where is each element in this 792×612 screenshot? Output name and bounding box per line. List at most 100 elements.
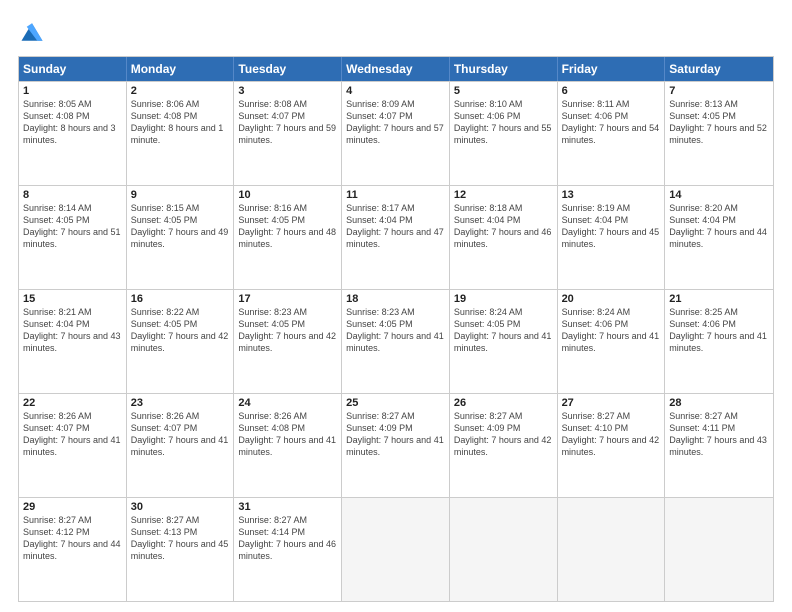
cell-detail: Sunrise: 8:20 AMSunset: 4:04 PMDaylight:…: [669, 203, 767, 249]
day-number: 11: [346, 189, 445, 201]
day-number: 20: [562, 293, 661, 305]
day-number: 25: [346, 397, 445, 409]
cell-detail: Sunrise: 8:17 AMSunset: 4:04 PMDaylight:…: [346, 203, 444, 249]
cell-detail: Sunrise: 8:13 AMSunset: 4:05 PMDaylight:…: [669, 99, 767, 145]
cell-detail: Sunrise: 8:15 AMSunset: 4:05 PMDaylight:…: [131, 203, 229, 249]
header-day-tuesday: Tuesday: [234, 57, 342, 81]
day-number: 5: [454, 85, 553, 97]
cell-detail: Sunrise: 8:06 AMSunset: 4:08 PMDaylight:…: [131, 99, 224, 145]
day-number: 27: [562, 397, 661, 409]
day-number: 3: [238, 85, 337, 97]
day-number: 30: [131, 501, 230, 513]
day-number: 10: [238, 189, 337, 201]
day-number: 15: [23, 293, 122, 305]
calendar: SundayMondayTuesdayWednesdayThursdayFrid…: [18, 56, 774, 602]
cell-detail: Sunrise: 8:16 AMSunset: 4:05 PMDaylight:…: [238, 203, 336, 249]
day-number: 29: [23, 501, 122, 513]
day-cell-11: 11 Sunrise: 8:17 AMSunset: 4:04 PMDayligh…: [342, 186, 450, 289]
cell-detail: Sunrise: 8:22 AMSunset: 4:05 PMDaylight:…: [131, 307, 229, 353]
cell-detail: Sunrise: 8:23 AMSunset: 4:05 PMDaylight:…: [346, 307, 444, 353]
cell-detail: Sunrise: 8:27 AMSunset: 4:12 PMDaylight:…: [23, 515, 121, 561]
empty-cell: [342, 498, 450, 601]
day-cell-7: 7 Sunrise: 8:13 AMSunset: 4:05 PMDaylight…: [665, 82, 773, 185]
cell-detail: Sunrise: 8:27 AMSunset: 4:09 PMDaylight:…: [346, 411, 444, 457]
day-cell-20: 20 Sunrise: 8:24 AMSunset: 4:06 PMDayligh…: [558, 290, 666, 393]
cell-detail: Sunrise: 8:10 AMSunset: 4:06 PMDaylight:…: [454, 99, 552, 145]
cell-detail: Sunrise: 8:19 AMSunset: 4:04 PMDaylight:…: [562, 203, 660, 249]
day-cell-21: 21Sunrise: 8:25 AMSunset: 4:06 PMDayligh…: [665, 290, 773, 393]
week-row-5: 29 Sunrise: 8:27 AMSunset: 4:12 PMDayligh…: [19, 497, 773, 601]
day-cell-23: 23 Sunrise: 8:26 AMSunset: 4:07 PMDayligh…: [127, 394, 235, 497]
day-number: 23: [131, 397, 230, 409]
empty-cell: [450, 498, 558, 601]
day-cell-17: 17Sunrise: 8:23 AMSunset: 4:05 PMDayligh…: [234, 290, 342, 393]
day-number: 26: [454, 397, 553, 409]
header-day-friday: Friday: [558, 57, 666, 81]
week-row-1: 1 Sunrise: 8:05 AMSunset: 4:08 PMDaylight…: [19, 81, 773, 185]
cell-detail: Sunrise: 8:26 AMSunset: 4:07 PMDaylight:…: [131, 411, 229, 457]
day-number: 2: [131, 85, 230, 97]
day-cell-24: 24Sunrise: 8:26 AMSunset: 4:08 PMDayligh…: [234, 394, 342, 497]
day-cell-3: 3Sunrise: 8:08 AMSunset: 4:07 PMDaylight…: [234, 82, 342, 185]
day-cell-8: 8 Sunrise: 8:14 AMSunset: 4:05 PMDaylight…: [19, 186, 127, 289]
day-number: 18: [346, 293, 445, 305]
logo: [18, 18, 50, 46]
day-number: 12: [454, 189, 553, 201]
day-number: 19: [454, 293, 553, 305]
header-day-sunday: Sunday: [19, 57, 127, 81]
day-cell-15: 15 Sunrise: 8:21 AMSunset: 4:04 PMDayligh…: [19, 290, 127, 393]
day-cell-22: 22Sunrise: 8:26 AMSunset: 4:07 PMDayligh…: [19, 394, 127, 497]
cell-detail: Sunrise: 8:26 AMSunset: 4:07 PMDaylight:…: [23, 411, 121, 457]
day-cell-26: 26 Sunrise: 8:27 AMSunset: 4:09 PMDayligh…: [450, 394, 558, 497]
cell-detail: Sunrise: 8:26 AMSunset: 4:08 PMDaylight:…: [238, 411, 336, 457]
cell-detail: Sunrise: 8:09 AMSunset: 4:07 PMDaylight:…: [346, 99, 444, 145]
day-cell-28: 28Sunrise: 8:27 AMSunset: 4:11 PMDayligh…: [665, 394, 773, 497]
cell-detail: Sunrise: 8:11 AMSunset: 4:06 PMDaylight:…: [562, 99, 660, 145]
empty-cell: [558, 498, 666, 601]
cell-detail: Sunrise: 8:24 AMSunset: 4:06 PMDaylight:…: [562, 307, 660, 353]
day-number: 8: [23, 189, 122, 201]
day-number: 7: [669, 85, 769, 97]
empty-cell: [665, 498, 773, 601]
day-cell-25: 25 Sunrise: 8:27 AMSunset: 4:09 PMDayligh…: [342, 394, 450, 497]
calendar-body: 1 Sunrise: 8:05 AMSunset: 4:08 PMDaylight…: [19, 81, 773, 601]
cell-detail: Sunrise: 8:27 AMSunset: 4:13 PMDaylight:…: [131, 515, 229, 561]
cell-detail: Sunrise: 8:14 AMSunset: 4:05 PMDaylight:…: [23, 203, 121, 249]
day-cell-31: 31 Sunrise: 8:27 AMSunset: 4:14 PMDayligh…: [234, 498, 342, 601]
day-number: 9: [131, 189, 230, 201]
day-number: 31: [238, 501, 337, 513]
calendar-header: SundayMondayTuesdayWednesdayThursdayFrid…: [19, 57, 773, 81]
day-number: 16: [131, 293, 230, 305]
day-cell-13: 13 Sunrise: 8:19 AMSunset: 4:04 PMDayligh…: [558, 186, 666, 289]
day-number: 4: [346, 85, 445, 97]
cell-detail: Sunrise: 8:05 AMSunset: 4:08 PMDaylight:…: [23, 99, 116, 145]
cell-detail: Sunrise: 8:27 AMSunset: 4:09 PMDaylight:…: [454, 411, 552, 457]
day-number: 14: [669, 189, 769, 201]
cell-detail: Sunrise: 8:27 AMSunset: 4:11 PMDaylight:…: [669, 411, 767, 457]
cell-detail: Sunrise: 8:21 AMSunset: 4:04 PMDaylight:…: [23, 307, 121, 353]
cell-detail: Sunrise: 8:27 AMSunset: 4:10 PMDaylight:…: [562, 411, 660, 457]
day-cell-9: 9 Sunrise: 8:15 AMSunset: 4:05 PMDaylight…: [127, 186, 235, 289]
header-day-wednesday: Wednesday: [342, 57, 450, 81]
day-cell-4: 4 Sunrise: 8:09 AMSunset: 4:07 PMDaylight…: [342, 82, 450, 185]
day-number: 13: [562, 189, 661, 201]
day-cell-30: 30 Sunrise: 8:27 AMSunset: 4:13 PMDayligh…: [127, 498, 235, 601]
week-row-2: 8 Sunrise: 8:14 AMSunset: 4:05 PMDaylight…: [19, 185, 773, 289]
day-number: 6: [562, 85, 661, 97]
page: SundayMondayTuesdayWednesdayThursdayFrid…: [0, 0, 792, 612]
cell-detail: Sunrise: 8:25 AMSunset: 4:06 PMDaylight:…: [669, 307, 767, 353]
day-cell-12: 12 Sunrise: 8:18 AMSunset: 4:04 PMDayligh…: [450, 186, 558, 289]
day-cell-5: 5 Sunrise: 8:10 AMSunset: 4:06 PMDaylight…: [450, 82, 558, 185]
day-cell-27: 27 Sunrise: 8:27 AMSunset: 4:10 PMDayligh…: [558, 394, 666, 497]
header-day-monday: Monday: [127, 57, 235, 81]
day-number: 17: [238, 293, 337, 305]
day-number: 1: [23, 85, 122, 97]
week-row-4: 22Sunrise: 8:26 AMSunset: 4:07 PMDayligh…: [19, 393, 773, 497]
day-cell-18: 18 Sunrise: 8:23 AMSunset: 4:05 PMDayligh…: [342, 290, 450, 393]
cell-detail: Sunrise: 8:27 AMSunset: 4:14 PMDaylight:…: [238, 515, 336, 561]
day-cell-2: 2 Sunrise: 8:06 AMSunset: 4:08 PMDaylight…: [127, 82, 235, 185]
day-cell-16: 16 Sunrise: 8:22 AMSunset: 4:05 PMDayligh…: [127, 290, 235, 393]
cell-detail: Sunrise: 8:18 AMSunset: 4:04 PMDaylight:…: [454, 203, 552, 249]
day-cell-14: 14 Sunrise: 8:20 AMSunset: 4:04 PMDayligh…: [665, 186, 773, 289]
day-cell-19: 19Sunrise: 8:24 AMSunset: 4:05 PMDayligh…: [450, 290, 558, 393]
